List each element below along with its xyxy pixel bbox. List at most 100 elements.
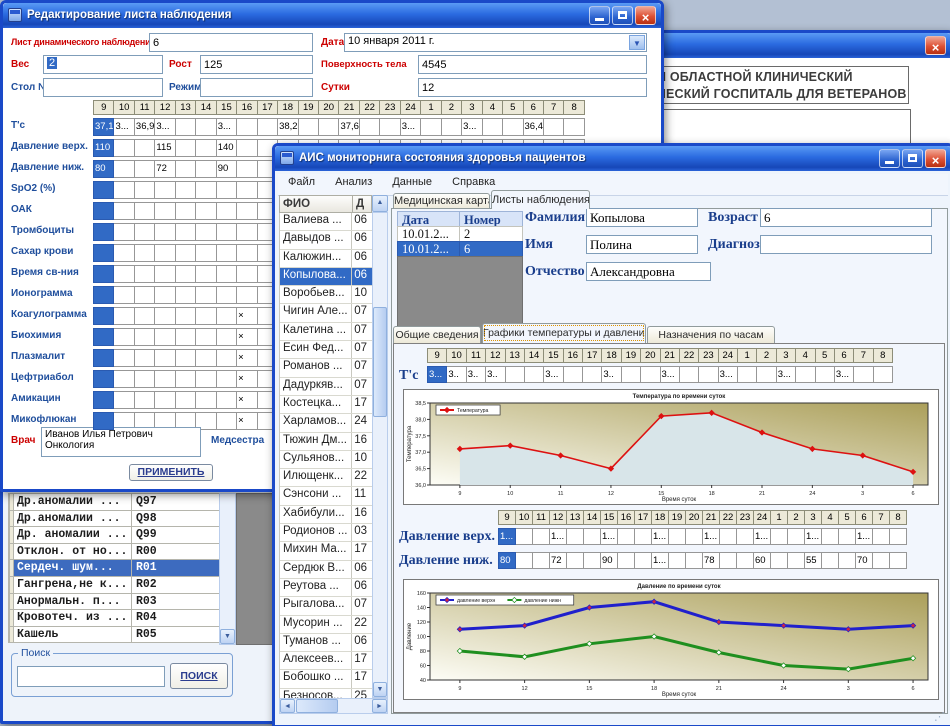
pressure-lower-cell[interactable] [838,552,856,569]
observation-cell[interactable]: × [236,349,257,367]
temperature-cell[interactable]: 3... [776,366,796,383]
tab-observation-sheets[interactable]: Листы наблюдения [491,190,590,209]
patient-row[interactable]: Мусорин ...22 [280,616,373,634]
observation-cell[interactable] [563,118,584,136]
temperature-cell[interactable] [756,366,776,383]
observation-cell[interactable] [236,244,257,262]
observation-cell[interactable] [195,244,216,262]
observation-cell[interactable] [236,160,257,178]
menu-help[interactable]: Справка [452,176,495,188]
observation-cell[interactable] [93,349,114,367]
observation-cell[interactable] [154,223,175,241]
observation-cell[interactable] [236,265,257,283]
observation-cell[interactable] [134,202,155,220]
menu-analysis[interactable]: Анализ [335,176,372,188]
observation-cell[interactable]: 80 [93,160,114,178]
observation-cell[interactable] [175,349,196,367]
age-input[interactable] [760,208,932,227]
temperature-cell[interactable] [679,366,699,383]
sheet-number-input[interactable] [149,33,313,52]
patient-row[interactable]: Сульянов...10 [280,451,373,469]
observation-cell[interactable] [154,286,175,304]
observation-cell[interactable] [93,265,114,283]
observation-cell[interactable] [420,118,441,136]
patient-row[interactable]: Хабибули...16 [280,506,373,524]
sheets-col-number[interactable]: Номер [459,211,523,227]
close-button[interactable]: × [925,36,946,55]
observation-cell[interactable]: 38,2 [277,118,298,136]
temperature-cell[interactable] [737,366,757,383]
observation-cell[interactable] [154,244,175,262]
close-button[interactable]: × [635,6,656,25]
weight-input[interactable]: 2 [43,55,163,74]
temperature-cell[interactable] [621,366,641,383]
diagnosis-input[interactable] [760,235,932,254]
temperature-cell[interactable] [873,366,893,383]
observation-cell[interactable]: 37,6 [338,118,359,136]
observation-cell[interactable] [195,307,216,325]
observation-cell[interactable]: 90 [216,160,237,178]
observation-cell[interactable] [134,160,155,178]
pressure-upper-cell[interactable] [515,528,533,545]
observation-cell[interactable] [113,307,134,325]
observation-cell[interactable] [134,181,155,199]
patient-row[interactable]: Костецка...17 [280,396,373,414]
observation-cell[interactable] [236,181,257,199]
pressure-lower-cell[interactable] [889,552,907,569]
pressure-upper-cell[interactable] [736,528,754,545]
observation-cell[interactable] [318,118,339,136]
temperature-cell[interactable]: 3... [834,366,854,383]
pressure-lower-cell[interactable] [668,552,686,569]
observation-cell[interactable] [175,160,196,178]
observation-cell[interactable] [195,202,216,220]
pressure-upper-cell[interactable] [566,528,584,545]
temperature-cell[interactable] [853,366,873,383]
observation-cell[interactable] [175,307,196,325]
observation-cell[interactable] [379,118,400,136]
pressure-lower-cell[interactable] [617,552,635,569]
patient-row[interactable]: Валиева ...06 [280,213,373,231]
patient-row[interactable]: Дадуркяв...07 [280,378,373,396]
observation-cell[interactable]: × [236,307,257,325]
patient-row[interactable]: Калюжин...06 [280,250,373,268]
search-button[interactable]: ПОИСК [170,663,228,689]
code-row[interactable]: Др.аномалии ...Q98 [9,511,220,528]
scroll-down-button[interactable]: ▼ [220,629,235,644]
menu-file[interactable]: Файл [288,176,315,188]
day-input[interactable] [418,78,647,97]
observation-cell[interactable]: × [236,391,257,409]
patient-row[interactable]: Калетина ...07 [280,323,373,341]
pressure-lower-cell[interactable] [736,552,754,569]
observation-cell[interactable] [216,349,237,367]
observation-cell[interactable] [298,118,319,136]
pressure-lower-cell[interactable]: 1... [651,552,669,569]
observation-cell[interactable] [93,181,114,199]
hospital-titlebar[interactable]: × [648,33,950,58]
pressure-upper-cell[interactable] [583,528,601,545]
patient-row[interactable]: Сердюк В...06 [280,561,373,579]
observation-cell[interactable] [216,223,237,241]
observation-cell[interactable] [502,118,523,136]
pressure-lower-cell[interactable] [872,552,890,569]
pressure-upper-cell[interactable] [634,528,652,545]
temperature-cell[interactable] [698,366,718,383]
sheet-row-date[interactable]: 10.01.2... [397,226,460,242]
observation-cell[interactable] [93,286,114,304]
observation-cell[interactable] [175,391,196,409]
observation-cell[interactable] [154,202,175,220]
observation-cell[interactable] [134,370,155,388]
pressure-lower-cell[interactable] [515,552,533,569]
observation-cell[interactable] [175,286,196,304]
tab-charts[interactable]: Графики температуры и давления [482,323,646,343]
observation-cell[interactable] [216,202,237,220]
pressure-upper-cell[interactable] [617,528,635,545]
observation-cell[interactable] [175,181,196,199]
pressure-lower-cell[interactable]: 60 [753,552,771,569]
chevron-down-icon[interactable]: ▼ [629,35,645,50]
observation-cell[interactable] [134,139,155,157]
main-titlebar[interactable]: АИС мониторнига состояния здоровья пацие… [275,146,950,171]
pressure-upper-cell[interactable]: 1... [651,528,669,545]
patient-row[interactable]: Харламов...24 [280,414,373,432]
pressure-upper-cell[interactable]: 1... [804,528,822,545]
code-row[interactable]: КашельR05 [9,627,220,644]
